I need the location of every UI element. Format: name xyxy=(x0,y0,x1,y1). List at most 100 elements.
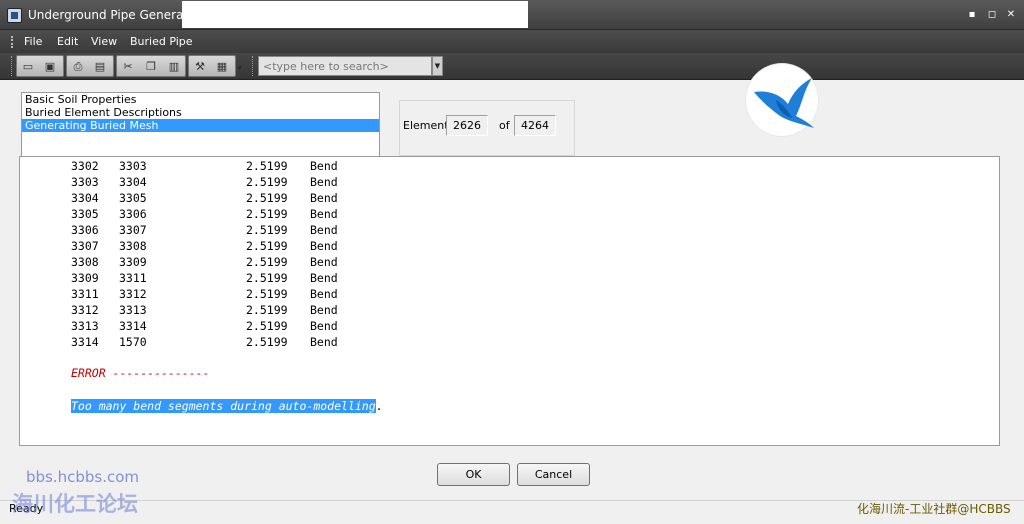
menu-view[interactable]: View xyxy=(91,35,117,48)
log-value: 2.5199 xyxy=(246,159,288,173)
log-from: 3302 xyxy=(71,159,99,173)
log-type: Bend xyxy=(310,287,338,301)
log-type: Bend xyxy=(310,159,338,173)
toolbar-grip xyxy=(11,56,13,76)
cut-icon[interactable]: ✂ xyxy=(121,60,135,73)
log-value: 2.5199 xyxy=(246,303,288,317)
log-value: 2.5199 xyxy=(246,255,288,269)
log-from: 3304 xyxy=(71,191,99,205)
element-of-label: of xyxy=(499,119,510,132)
log-value: 2.5199 xyxy=(246,287,288,301)
minimize-button[interactable]: ▪ xyxy=(966,9,978,21)
steps-list[interactable]: Basic Soil Properties Buried Element Des… xyxy=(21,92,380,158)
toolbar-print-group: ⎙ ▤ xyxy=(66,55,114,77)
log-to: 3311 xyxy=(119,271,147,285)
element-label: Element xyxy=(403,119,449,132)
log-from: 3307 xyxy=(71,239,99,253)
open-folder-icon[interactable]: ▭ xyxy=(21,60,35,73)
log-to: 3304 xyxy=(119,175,147,189)
log-to: 3308 xyxy=(119,239,147,253)
window-title: Underground Pipe Generator xyxy=(28,8,201,22)
error-message-suffix: . xyxy=(375,399,383,413)
toolbar-clipboard-group: ✂ ❐ ▥ xyxy=(116,55,186,77)
title-redaction xyxy=(182,1,528,28)
log-value: 2.5199 xyxy=(246,335,288,349)
log-type: Bend xyxy=(310,319,338,333)
log-to: 3307 xyxy=(119,223,147,237)
log-type: Bend xyxy=(310,271,338,285)
watermark-credit: 化海川流-工业社群@HCBBS xyxy=(857,502,1011,516)
toolbar-overflow-icon[interactable]: ▾ xyxy=(238,64,244,74)
toolbar-file-group: ▭ ▣ xyxy=(16,55,64,77)
error-message: Too many bend segments during auto-model… xyxy=(71,399,376,413)
search-input[interactable]: <type here to search> xyxy=(258,56,432,76)
toolbar-tools-group: ⚒ ▦ xyxy=(188,55,236,77)
log-type: Bend xyxy=(310,239,338,253)
log-value: 2.5199 xyxy=(246,223,288,237)
log-from: 3309 xyxy=(71,271,99,285)
menu-edit[interactable]: Edit xyxy=(57,35,78,48)
log-to: 3306 xyxy=(119,207,147,221)
menu-bar: File Edit View Buried Pipe xyxy=(0,30,1024,53)
log-to: 3303 xyxy=(119,159,147,173)
log-to: 3312 xyxy=(119,287,147,301)
bird-logo xyxy=(746,64,818,136)
app-icon xyxy=(7,8,22,23)
error-label: ERROR -------------- xyxy=(71,366,210,380)
toolbar-separator xyxy=(252,56,254,76)
element-total: 4264 xyxy=(514,115,556,136)
toolbar: ▭ ▣ ⎙ ▤ ✂ ❐ ▥ ⚒ ▦ ▾ <type here to search… xyxy=(0,53,1024,80)
print-icon[interactable]: ⎙ xyxy=(71,60,85,73)
maximize-button[interactable]: ◻ xyxy=(986,9,998,21)
log-from: 3303 xyxy=(71,175,99,189)
log-type: Bend xyxy=(310,175,338,189)
output-log[interactable]: 3302 3303 2.5199 Bend 3303 3304 2.5199 Bend 3304… xyxy=(19,156,1000,446)
step-generating-buried-mesh[interactable]: Generating Buried Mesh xyxy=(22,119,379,132)
copy-icon[interactable]: ❐ xyxy=(144,60,158,73)
step-buried-element-descriptions[interactable]: Buried Element Descriptions xyxy=(22,106,379,119)
log-from: 3313 xyxy=(71,319,99,333)
save-icon[interactable]: ▣ xyxy=(43,60,57,73)
tool-icon[interactable]: ⚒ xyxy=(193,60,207,73)
error-message-line: Too many bend segments during auto-model… xyxy=(71,399,383,413)
step-basic-soil-properties[interactable]: Basic Soil Properties xyxy=(22,93,379,106)
log-from: 3314 xyxy=(71,335,99,349)
close-button[interactable]: ✕ xyxy=(1005,9,1017,21)
element-current: 2626 xyxy=(446,115,488,136)
log-type: Bend xyxy=(310,303,338,317)
bird-logo-icon xyxy=(754,78,814,128)
log-type: Bend xyxy=(310,255,338,269)
print-preview-icon[interactable]: ▤ xyxy=(93,60,107,73)
log-value: 2.5199 xyxy=(246,319,288,333)
log-from: 3306 xyxy=(71,223,99,237)
menu-grip xyxy=(11,36,14,48)
log-type: Bend xyxy=(310,223,338,237)
menu-buried-pipe[interactable]: Buried Pipe xyxy=(130,35,193,48)
log-to: 3309 xyxy=(119,255,147,269)
log-from: 3305 xyxy=(71,207,99,221)
log-from: 3308 xyxy=(71,255,99,269)
log-value: 2.5199 xyxy=(246,191,288,205)
log-to: 1570 xyxy=(119,335,147,349)
log-value: 2.5199 xyxy=(246,271,288,285)
log-from: 3311 xyxy=(71,287,99,301)
cancel-button[interactable]: Cancel xyxy=(517,463,590,486)
element-progress-panel: Element 2626 of 4264 xyxy=(399,100,575,156)
watermark-forum: 海川化工论坛 xyxy=(12,492,138,516)
log-to: 3305 xyxy=(119,191,147,205)
log-from: 3312 xyxy=(71,303,99,317)
window-icon[interactable]: ▦ xyxy=(215,60,229,73)
log-value: 2.5199 xyxy=(246,207,288,221)
paste-icon[interactable]: ▥ xyxy=(167,60,181,73)
log-type: Bend xyxy=(310,191,338,205)
search-overflow-icon[interactable] xyxy=(436,64,442,74)
watermark-site: bbs.hcbbs.com xyxy=(26,468,140,486)
ok-button[interactable]: OK xyxy=(437,463,510,486)
log-type: Bend xyxy=(310,335,338,349)
menu-file[interactable]: File xyxy=(24,35,42,48)
log-to: 3313 xyxy=(119,303,147,317)
title-bar: Underground Pipe Generator ▪ ◻ ✕ xyxy=(0,0,1024,30)
log-value: 2.5199 xyxy=(246,239,288,253)
log-type: Bend xyxy=(310,207,338,221)
log-value: 2.5199 xyxy=(246,175,288,189)
